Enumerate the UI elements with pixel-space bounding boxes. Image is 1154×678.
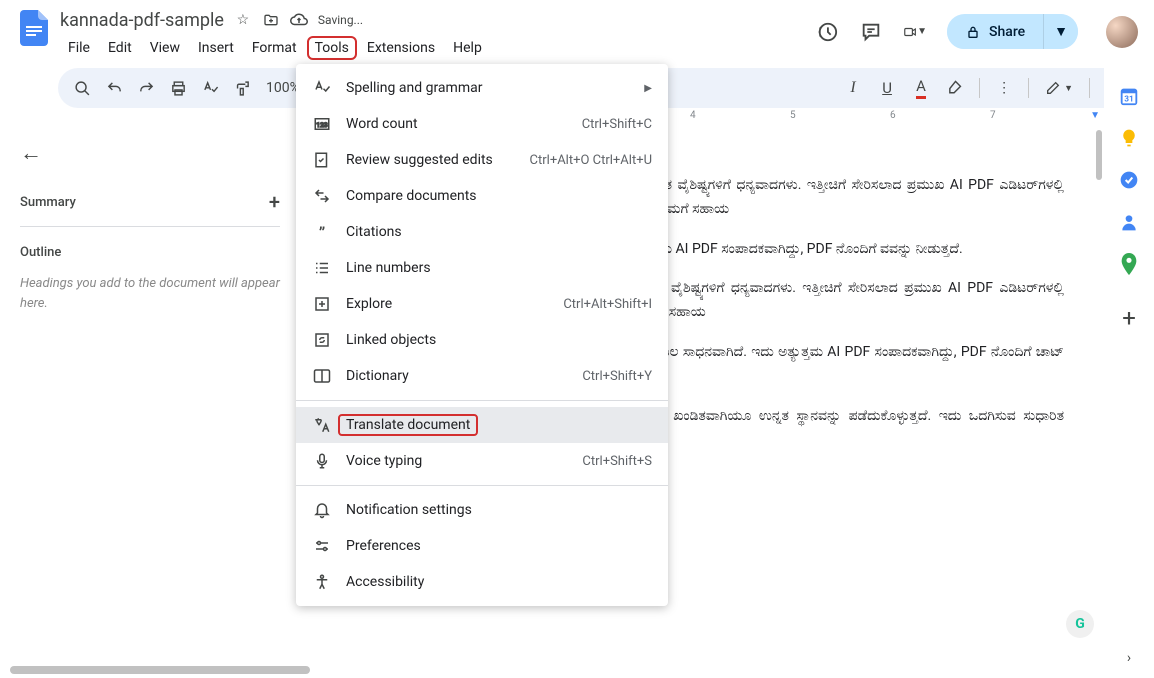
svg-text:31: 31	[1124, 95, 1133, 105]
keep-icon[interactable]	[1117, 126, 1141, 150]
menu-wordcount[interactable]: 123 Word count Ctrl+Shift+C	[296, 106, 668, 142]
menu-accessibility[interactable]: Accessibility	[296, 564, 668, 600]
translate-icon	[312, 415, 332, 435]
svg-text:123: 123	[316, 121, 328, 129]
review-icon	[312, 150, 332, 170]
side-panel: 31 + ›	[1104, 64, 1154, 678]
outline-panel: ← Summary + Outline Headings you add to …	[0, 124, 300, 672]
menu-bar: File Edit View Insert Format Tools Exten…	[60, 34, 815, 62]
calendar-icon[interactable]: 31	[1117, 84, 1141, 108]
right-indent-marker[interactable]: ▼	[1090, 110, 1100, 121]
compare-icon	[312, 186, 332, 206]
edit-mode-icon[interactable]: ▼	[1039, 74, 1079, 102]
comment-icon[interactable]	[859, 20, 883, 44]
tasks-icon[interactable]	[1117, 168, 1141, 192]
menu-explore[interactable]: Explore Ctrl+Alt+Shift+I	[296, 286, 668, 322]
saving-status: Saving...	[318, 13, 363, 27]
redo-icon[interactable]	[132, 74, 160, 102]
menu-translate[interactable]: Translate document	[296, 407, 668, 443]
mic-icon	[312, 451, 332, 471]
bell-icon	[312, 500, 332, 520]
contacts-icon[interactable]	[1117, 210, 1141, 234]
explore-icon	[312, 294, 332, 314]
dictionary-icon	[312, 366, 332, 386]
grammarly-badge[interactable]: G	[1066, 610, 1094, 638]
share-button[interactable]: Share	[947, 15, 1043, 49]
meet-icon[interactable]: ▼	[903, 20, 927, 44]
linked-icon	[312, 330, 332, 350]
horizontal-scrollbar[interactable]	[10, 666, 310, 674]
menu-review[interactable]: Review suggested edits Ctrl+Alt+O Ctrl+A…	[296, 142, 668, 178]
search-icon[interactable]	[68, 74, 96, 102]
move-folder-icon[interactable]	[262, 11, 280, 29]
star-icon[interactable]: ☆	[234, 11, 252, 29]
add-summary-icon[interactable]: +	[269, 190, 280, 214]
text-color-icon[interactable]: A	[907, 74, 935, 102]
wordcount-icon: 123	[312, 114, 332, 134]
maps-icon[interactable]	[1117, 252, 1141, 276]
spellcheck-icon	[312, 78, 332, 98]
hide-panel-icon[interactable]: ›	[1127, 650, 1131, 666]
menu-linenumbers[interactable]: Line numbers	[296, 250, 668, 286]
summary-label: Summary	[20, 195, 76, 210]
highlight-icon[interactable]	[941, 74, 969, 102]
vertical-scrollbar[interactable]	[1096, 130, 1102, 180]
menu-view[interactable]: View	[142, 36, 188, 60]
cloud-sync-icon[interactable]	[290, 11, 308, 29]
account-avatar[interactable]	[1106, 16, 1138, 48]
docs-logo[interactable]	[16, 10, 52, 46]
underline-icon[interactable]: U	[873, 74, 901, 102]
submenu-arrow-icon: ▶	[644, 83, 652, 94]
tools-dropdown: Spelling and grammar ▶ 123 Word count Ct…	[296, 64, 668, 606]
menu-spelling[interactable]: Spelling and grammar ▶	[296, 70, 668, 106]
preferences-icon	[312, 536, 332, 556]
share-label: Share	[989, 24, 1025, 40]
outline-hint: Headings you add to the document will ap…	[20, 274, 280, 313]
lock-icon	[965, 24, 981, 40]
add-addon-icon[interactable]: +	[1122, 304, 1136, 332]
menu-linked[interactable]: Linked objects	[296, 322, 668, 358]
italic-icon[interactable]: I	[839, 74, 867, 102]
menu-format[interactable]: Format	[244, 36, 305, 60]
history-icon[interactable]	[815, 20, 839, 44]
menu-insert[interactable]: Insert	[190, 36, 242, 60]
accessibility-icon	[312, 572, 332, 592]
outline-label: Outline	[20, 245, 280, 260]
paint-format-icon[interactable]	[228, 74, 256, 102]
menu-tools[interactable]: Tools	[307, 36, 357, 60]
menu-compare[interactable]: Compare documents	[296, 178, 668, 214]
citations-icon: ”	[312, 222, 332, 242]
menu-dictionary[interactable]: Dictionary Ctrl+Shift+Y	[296, 358, 668, 394]
print-icon[interactable]	[164, 74, 192, 102]
menu-help[interactable]: Help	[445, 36, 490, 60]
linenumbers-icon	[312, 258, 332, 278]
menu-extensions[interactable]: Extensions	[359, 36, 443, 60]
back-arrow-icon[interactable]: ←	[20, 140, 42, 166]
spellcheck-icon[interactable]	[196, 74, 224, 102]
menu-citations[interactable]: ” Citations	[296, 214, 668, 250]
menu-file[interactable]: File	[60, 36, 98, 60]
menu-edit[interactable]: Edit	[100, 36, 140, 60]
doc-title[interactable]: kannada-pdf-sample	[60, 10, 224, 31]
more-icon[interactable]: ⋮	[990, 74, 1018, 102]
undo-icon[interactable]	[100, 74, 128, 102]
menu-preferences[interactable]: Preferences	[296, 528, 668, 564]
menu-notifications[interactable]: Notification settings	[296, 492, 668, 528]
menu-voice[interactable]: Voice typing Ctrl+Shift+S	[296, 443, 668, 479]
share-dropdown[interactable]: ▼	[1043, 14, 1078, 49]
